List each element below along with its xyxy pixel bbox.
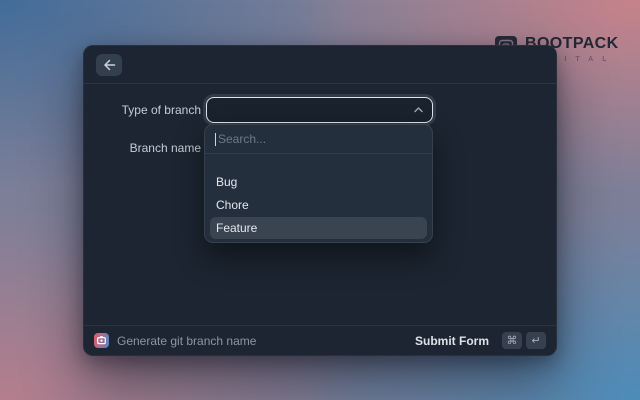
type-of-branch-select[interactable]: [206, 97, 433, 123]
command-key-icon: ⌘: [502, 332, 522, 349]
type-of-branch-label: Type of branch: [121, 103, 201, 117]
text-cursor: [215, 132, 216, 146]
chevron-up-icon: [414, 107, 423, 113]
desktop-background: BOOTPACK DIGITAL Type of branch Branch n…: [0, 0, 640, 400]
submit-form-button[interactable]: Submit Form ⌘ ↵: [415, 332, 546, 349]
return-key-icon: ↵: [526, 332, 546, 349]
submit-form-label: Submit Form: [415, 333, 489, 348]
dropdown-option-bug[interactable]: Bug: [210, 171, 427, 193]
window-header: [84, 46, 556, 84]
window-footer: Generate git branch name Submit Form ⌘ ↵: [84, 325, 556, 355]
dropdown-search-input[interactable]: Search...: [205, 125, 432, 153]
dropdown-option-feature[interactable]: Feature: [210, 217, 427, 239]
dropdown-section-spacer: [205, 154, 432, 171]
extension-icon: [94, 333, 109, 348]
branch-type-dropdown-panel: Search... Bug Chore Feature: [204, 124, 433, 243]
command-name: Generate git branch name: [117, 333, 257, 348]
app-window: Type of branch Branch name Search... Bug…: [83, 45, 557, 356]
branch-name-label: Branch name: [129, 141, 201, 155]
back-button[interactable]: [96, 54, 122, 76]
dropdown-option-chore[interactable]: Chore: [210, 194, 427, 216]
arrow-left-icon: [103, 59, 115, 71]
search-placeholder: Search...: [218, 132, 267, 146]
dropdown-option-list: Bug Chore Feature: [205, 171, 432, 242]
